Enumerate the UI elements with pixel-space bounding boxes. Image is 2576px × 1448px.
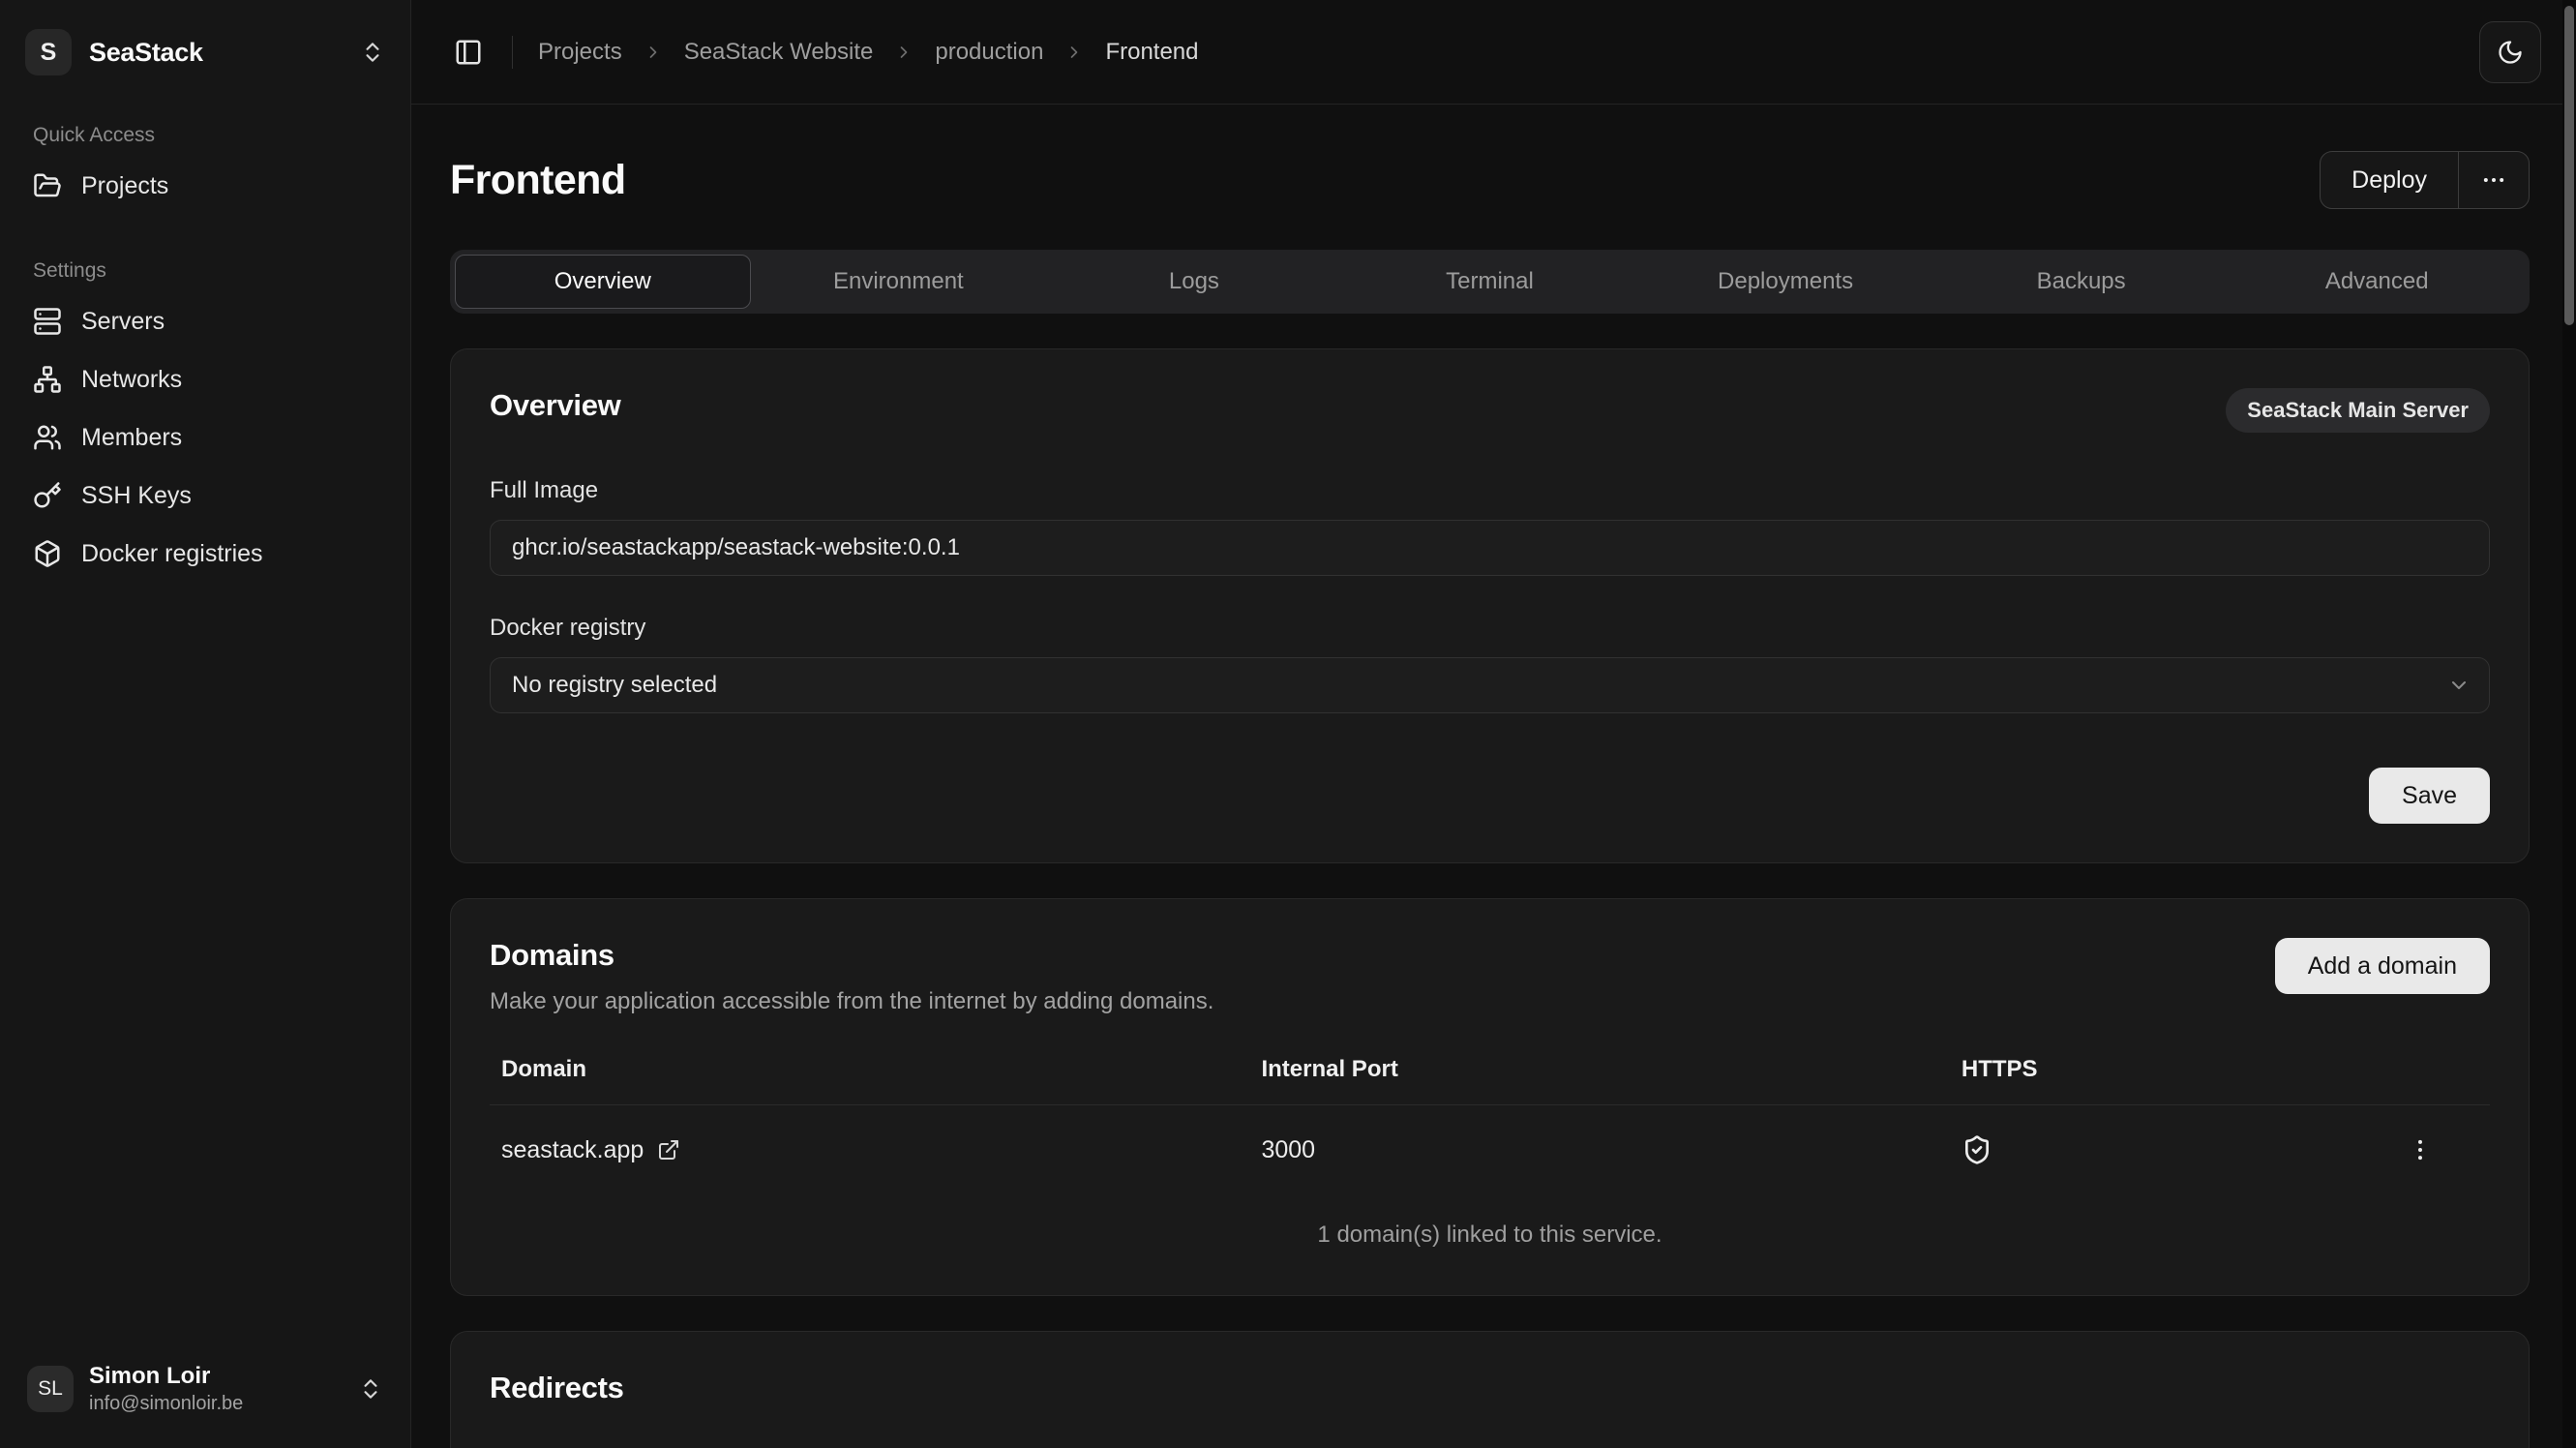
server-badge: SeaStack Main Server <box>2226 388 2490 433</box>
sidebar-item-ssh-keys[interactable]: SSH Keys <box>23 467 387 525</box>
folder-open-icon <box>33 171 62 200</box>
full-image-input[interactable] <box>490 520 2490 576</box>
table-row: seastack.app 3000 <box>490 1105 2490 1194</box>
sidebar-item-networks[interactable]: Networks <box>23 350 387 408</box>
domain-link[interactable]: seastack.app <box>501 1136 1238 1164</box>
chevron-right-icon <box>1064 43 1084 62</box>
column-header-internal-port: Internal Port <box>1249 1042 1949 1104</box>
sidebar-item-label: Networks <box>81 366 182 394</box>
domains-subtitle: Make your application accessible from th… <box>490 988 1213 1015</box>
user-menu[interactable]: SL Simon Loir info@simonloir.be <box>23 1357 387 1421</box>
chevron-right-icon <box>644 43 663 62</box>
scrollbar-track[interactable] <box>2562 0 2576 1448</box>
sidebar-item-label: Members <box>81 424 182 452</box>
more-actions-button[interactable] <box>2459 152 2529 208</box>
tab-advanced[interactable]: Advanced <box>2229 255 2525 309</box>
sidebar-item-members[interactable]: Members <box>23 408 387 467</box>
panel-left-icon <box>454 38 483 67</box>
add-domain-button[interactable]: Add a domain <box>2275 938 2490 994</box>
sidebar-item-servers[interactable]: Servers <box>23 292 387 350</box>
workspace-name: SeaStack <box>89 38 203 68</box>
overview-heading: Overview <box>490 388 620 423</box>
page-title: Frontend <box>450 157 626 204</box>
sidebar-item-label: SSH Keys <box>81 482 192 510</box>
tab-logs[interactable]: Logs <box>1046 255 1342 309</box>
scrollbar-thumb[interactable] <box>2564 6 2574 325</box>
page-content: Frontend Deploy Overview Environment Log… <box>411 105 2576 1448</box>
topbar: Projects SeaStack Website production Fro… <box>411 0 2576 105</box>
full-image-label: Full Image <box>490 477 2490 504</box>
chevron-right-icon <box>894 43 914 62</box>
moon-icon <box>2497 39 2524 66</box>
tab-terminal[interactable]: Terminal <box>1342 255 1638 309</box>
breadcrumb: Projects SeaStack Website production Fro… <box>538 39 1199 66</box>
topbar-divider <box>512 36 513 69</box>
chevrons-up-down-icon <box>360 40 385 65</box>
internal-port-value: 3000 <box>1249 1107 1949 1193</box>
sidebar-item-label: Servers <box>81 308 165 336</box>
sidebar-item-label: Docker registries <box>81 540 263 568</box>
tab-deployments[interactable]: Deployments <box>1637 255 1933 309</box>
external-link-icon <box>657 1138 680 1161</box>
row-actions-button[interactable] <box>2361 1136 2478 1163</box>
breadcrumb-item-current: Frontend <box>1105 39 1198 66</box>
domain-name: seastack.app <box>501 1136 644 1164</box>
tab-overview[interactable]: Overview <box>455 255 751 309</box>
box-icon <box>33 539 62 568</box>
redirects-card: Redirects <box>450 1331 2530 1448</box>
theme-toggle-button[interactable] <box>2479 21 2541 83</box>
domains-table: Domain Internal Port HTTPS seastack.app <box>490 1042 2490 1194</box>
user-email: info@simonloir.be <box>89 1393 243 1415</box>
redirects-heading: Redirects <box>490 1371 2490 1405</box>
service-tabs: Overview Environment Logs Terminal Deplo… <box>450 250 2530 314</box>
breadcrumb-item-project[interactable]: SeaStack Website <box>684 39 874 66</box>
sidebar-section-quick-access: Quick Access <box>23 124 387 147</box>
column-header-domain: Domain <box>490 1042 1249 1104</box>
network-icon <box>33 365 62 394</box>
domains-table-header: Domain Internal Port HTTPS <box>490 1042 2490 1105</box>
main-area: Projects SeaStack Website production Fro… <box>411 0 2576 1448</box>
deploy-button-group: Deploy <box>2320 151 2530 209</box>
domains-count-note: 1 domain(s) linked to this service. <box>490 1222 2490 1256</box>
chevron-down-icon <box>2447 674 2471 697</box>
workspace-logo: S <box>25 29 72 75</box>
ellipsis-icon <box>2480 166 2507 194</box>
breadcrumb-item-projects[interactable]: Projects <box>538 39 622 66</box>
sidebar-section-settings: Settings <box>23 259 387 283</box>
shield-check-icon <box>1962 1134 2338 1165</box>
domains-card: Domains Make your application accessible… <box>450 898 2530 1296</box>
sidebar-item-docker-registries[interactable]: Docker registries <box>23 525 387 583</box>
docker-registry-select[interactable]: No registry selected <box>490 657 2490 713</box>
column-header-https: HTTPS <box>1950 1042 2350 1104</box>
sidebar: S SeaStack Quick Access Projects Setting… <box>0 0 411 1448</box>
workspace-switcher[interactable]: S SeaStack <box>23 25 387 79</box>
docker-registry-selected-value: No registry selected <box>512 672 717 699</box>
tab-environment[interactable]: Environment <box>751 255 1047 309</box>
users-icon <box>33 423 62 452</box>
domains-heading: Domains <box>490 938 1213 973</box>
deploy-button[interactable]: Deploy <box>2321 152 2458 208</box>
user-name: Simon Loir <box>89 1363 243 1390</box>
chevrons-up-down-icon <box>358 1376 383 1402</box>
sidebar-toggle-button[interactable] <box>446 30 491 75</box>
server-icon <box>33 307 62 336</box>
overview-card: Overview SeaStack Main Server Full Image… <box>450 348 2530 863</box>
sidebar-item-label: Projects <box>81 172 168 200</box>
save-button[interactable]: Save <box>2369 768 2490 824</box>
ellipsis-vertical-icon <box>2407 1136 2434 1163</box>
breadcrumb-item-environment[interactable]: production <box>935 39 1043 66</box>
docker-registry-label: Docker registry <box>490 615 2490 642</box>
sidebar-item-projects[interactable]: Projects <box>23 157 387 215</box>
tab-backups[interactable]: Backups <box>1933 255 2230 309</box>
user-avatar: SL <box>27 1366 74 1412</box>
key-icon <box>33 481 62 510</box>
